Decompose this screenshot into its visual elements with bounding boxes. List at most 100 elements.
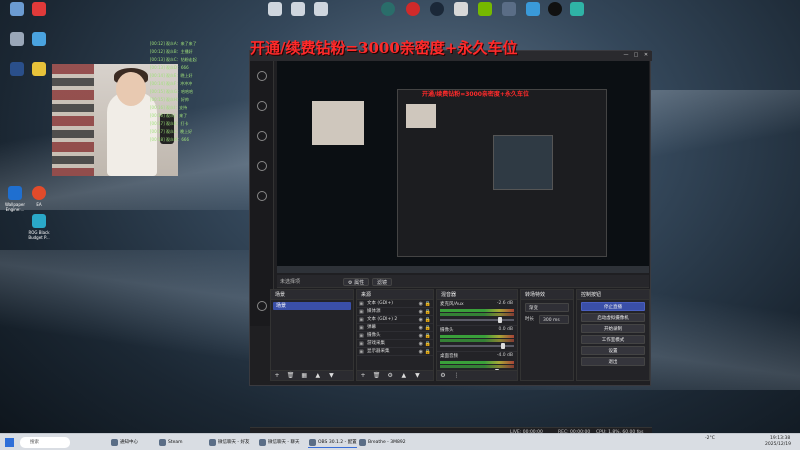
source-name: 摄像头 — [367, 333, 381, 338]
desktop-icon[interactable] — [472, 2, 498, 18]
desktop-icon[interactable] — [424, 2, 450, 18]
transition-select[interactable]: 渐变 — [525, 303, 569, 312]
eye-icon[interactable]: ◉ — [419, 340, 423, 348]
desktop-icon[interactable] — [448, 2, 474, 18]
duration-input[interactable]: 300 ms — [539, 315, 569, 324]
eye-icon[interactable]: ◉ — [419, 300, 423, 308]
source-item[interactable]: 显示器采集 ◉🔒 — [357, 348, 433, 356]
clock-icon[interactable] — [257, 131, 267, 141]
chat-line: [00:15] 观众H：好帅 — [150, 97, 189, 102]
settings-button[interactable]: 设置 — [581, 346, 645, 355]
eye-icon[interactable]: ◉ — [419, 316, 423, 324]
search-box[interactable]: 搜索 — [20, 437, 70, 448]
chat-line: [00:17] 观众K：打卡 — [150, 121, 189, 126]
start-button[interactable] — [5, 438, 14, 447]
mixer-channel: 摄像头 0.0 dB — [437, 326, 517, 352]
steam-icon — [430, 2, 444, 16]
volume-meter — [440, 339, 514, 342]
taskbar-item[interactable]: 微信聊天 - 好友 — [208, 437, 249, 448]
volume-meter — [440, 309, 514, 312]
move-down-button[interactable]: ▼ — [413, 372, 421, 380]
move-up-button[interactable]: ▲ — [400, 372, 408, 380]
eye-icon[interactable]: ◉ — [419, 348, 423, 356]
desktop-icon[interactable] — [400, 2, 426, 18]
file-icon — [268, 2, 282, 16]
move-down-button[interactable]: ▼ — [327, 372, 335, 380]
volume-meter — [440, 313, 514, 316]
lock-icon[interactable]: 🔒 — [425, 324, 431, 332]
scene-filters-button[interactable]: ▦ — [300, 372, 308, 380]
taskbar-item-obs[interactable]: OBS 30.1.2 - 配置 — [308, 437, 357, 448]
desktop-icon[interactable] — [26, 62, 52, 78]
home-icon[interactable] — [257, 101, 267, 111]
power-icon[interactable] — [257, 301, 267, 311]
filters-button[interactable]: 滤镜 — [372, 278, 393, 286]
channel-db: -4.0 dB — [496, 353, 513, 358]
volume-fader[interactable] — [440, 317, 514, 323]
app-icon — [32, 32, 46, 46]
app-icon — [381, 2, 395, 16]
remove-scene-button[interactable]: 🗑 — [287, 372, 295, 380]
volume-fader[interactable] — [440, 343, 514, 349]
taskbar-item[interactable]: 微信聊天 - 聊天 — [258, 437, 299, 448]
source-item[interactable]: 文本 (GDI+) 2 ◉🔒 — [357, 316, 433, 324]
properties-button[interactable]: ⚙ 属性 — [343, 278, 370, 286]
clock-date[interactable]: 2025/12/19 — [765, 442, 791, 448]
add-source-button[interactable]: + — [359, 372, 367, 380]
scenes-dock: 场景 场景 + 🗑 ▦ ▲ ▼ — [270, 289, 354, 381]
lock-icon[interactable]: 🔒 — [425, 340, 431, 348]
source-item[interactable]: 文本 (GDI+) ◉🔒 — [357, 300, 433, 308]
add-scene-button[interactable]: + — [273, 372, 281, 380]
source-item[interactable]: 弹幕 ◉🔒 — [357, 324, 433, 332]
source-name: 文本 (GDI+) 2 — [367, 317, 398, 322]
lock-icon[interactable]: 🔒 — [425, 332, 431, 340]
desktop-icon[interactable] — [26, 2, 52, 18]
mixer-settings-button[interactable]: ⚙ — [439, 372, 447, 380]
desktop-icon[interactable] — [564, 2, 590, 18]
desktop-icon[interactable]: Wallpaper Engine:... — [2, 186, 28, 212]
minimize-button[interactable]: — — [622, 52, 630, 60]
stop-streaming-button[interactable]: 停止直播 — [581, 302, 645, 311]
source-item[interactable]: 媒体源 ◉🔒 — [357, 308, 433, 316]
taskbar-item[interactable]: 通知中心 — [110, 437, 138, 448]
scene-item[interactable]: 场景 — [273, 302, 351, 310]
desktop-icon[interactable]: EA — [26, 186, 52, 207]
remove-source-button[interactable]: 🗑 — [373, 372, 381, 380]
lock-icon[interactable]: 🔒 — [425, 300, 431, 308]
mixer-menu-button[interactable]: ⋮ — [453, 372, 461, 380]
start-recording-button[interactable]: 开始录制 — [581, 324, 645, 333]
lock-icon[interactable]: 🔒 — [425, 308, 431, 316]
start-virtual-camera-button[interactable]: 启动虚拟摄像机 — [581, 313, 645, 322]
fader-knob[interactable] — [497, 317, 502, 323]
taskbar-item[interactable]: Steam — [158, 437, 183, 448]
obs-window: — □ ✕ 开通/续费钻粉=3000亲密度+永久车位 未选择项 ⚙ 属性 滤镜 … — [249, 50, 652, 436]
desktop-icon[interactable] — [375, 2, 401, 18]
lock-icon[interactable]: 🔒 — [425, 316, 431, 324]
source-settings-button[interactable]: ⚙ — [386, 372, 394, 380]
obs-preview[interactable]: 开通/续费钻粉=3000亲密度+永久车位 — [277, 61, 649, 273]
move-up-button[interactable]: ▲ — [314, 372, 322, 380]
exit-button[interactable]: 退出 — [581, 357, 645, 366]
weather-status[interactable]: -2°C — [705, 436, 715, 442]
desktop-icon[interactable] — [26, 32, 52, 48]
mixer-toolbar: ⚙ ⋮ — [437, 370, 517, 380]
desktop-icon[interactable] — [496, 2, 522, 18]
lock-icon[interactable]: 🔒 — [425, 348, 431, 356]
maximize-button[interactable]: □ — [632, 52, 640, 60]
eye-icon[interactable]: ◉ — [419, 324, 423, 332]
gear-icon[interactable] — [257, 191, 267, 201]
eye-icon[interactable]: ◉ — [419, 308, 423, 316]
source-item[interactable]: 摄像头 ◉🔒 — [357, 332, 433, 340]
desktop-icon[interactable] — [308, 2, 334, 18]
studio-mode-button[interactable]: 工作室模式 — [581, 335, 645, 344]
webcam-shelf — [52, 64, 94, 176]
desktop-icon[interactable]: ROG Black Budget P... — [26, 214, 52, 240]
fader-knob[interactable] — [500, 343, 505, 349]
settings-icon[interactable] — [257, 161, 267, 171]
close-button[interactable]: ✕ — [642, 52, 650, 60]
source-item[interactable]: 游戏采集 ◉🔒 — [357, 340, 433, 348]
profile-icon[interactable] — [257, 71, 267, 81]
desktop-icon-label: EA — [36, 202, 42, 207]
taskbar-item[interactable]: Breathe - 3M892 — [358, 437, 406, 448]
eye-icon[interactable]: ◉ — [419, 332, 423, 340]
